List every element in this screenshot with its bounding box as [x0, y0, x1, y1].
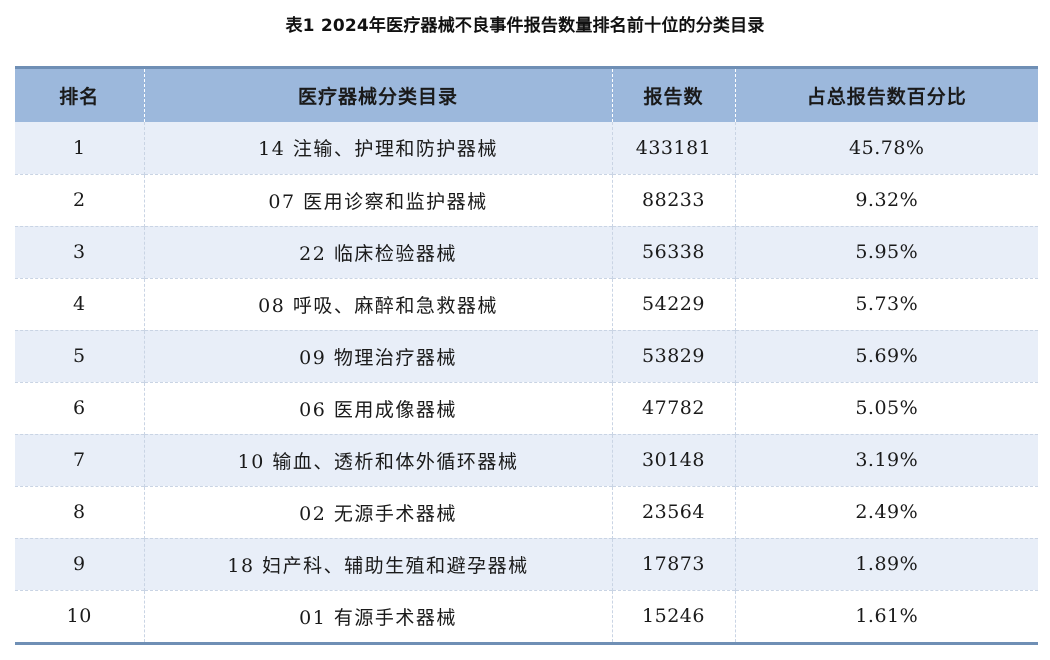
rank-cell: 7: [15, 433, 145, 486]
percent-cell: 5.69%: [735, 329, 1038, 382]
percent-cell: 2.49%: [735, 485, 1038, 538]
header-row: 排名 医疗器械分类目录 报告数 占总报告数百分比: [15, 69, 1038, 122]
count-cell: 88233: [612, 173, 736, 226]
count-cell: 15246: [612, 589, 736, 642]
table-row: 1 14 注输、护理和防护器械 433181 45.78%: [15, 122, 1038, 174]
category-cell: 02 无源手术器械: [144, 485, 613, 538]
header-category: 医疗器械分类目录: [144, 69, 613, 122]
percent-cell: 1.89%: [735, 537, 1038, 590]
header-rank: 排名: [15, 69, 145, 122]
table-body: 1 14 注输、护理和防护器械 433181 45.78% 2 07 医用诊察和监护器械 8…: [15, 122, 1038, 642]
count-cell: 433181: [612, 122, 736, 174]
category-cell: 18 妇产科、辅助生殖和避孕器械: [144, 537, 613, 590]
header-percent: 占总报告数百分比: [806, 86, 967, 108]
count-cell: 23564: [612, 485, 736, 538]
header-count: 报告数: [612, 69, 736, 122]
rank-cell: 4: [15, 277, 145, 330]
table-row: 10 01 有源手术器械 15246 1.61%: [15, 589, 1038, 642]
table-row: 5 09 物理治疗器械 53829 5.69%: [15, 329, 1038, 382]
percent-cell: 5.95%: [735, 225, 1038, 278]
table-row: 2 07 医用诊察和监护器械 88233 9.32%: [15, 173, 1038, 226]
category-cell: 09 物理治疗器械: [144, 329, 613, 382]
rank-cell: 2: [15, 173, 145, 226]
table-row: 8 02 无源手术器械 23564 2.49%: [15, 485, 1038, 538]
count-cell: 56338: [612, 225, 736, 278]
table-header: 排名 医疗器械分类目录 报告数 占总报告数百分比: [15, 69, 1038, 122]
category-cell: 01 有源手术器械: [144, 589, 613, 642]
count-cell: 17873: [612, 537, 736, 590]
count-cell: 54229: [612, 277, 736, 330]
rank-cell: 5: [15, 329, 145, 382]
rank-cell: 1: [15, 122, 145, 174]
table-row: 3 22 临床检验器械 56338 5.95%: [15, 225, 1038, 278]
percent-cell: 3.19%: [735, 433, 1038, 486]
table-row: 4 08 呼吸、麻醉和急救器械 54229 5.73%: [15, 277, 1038, 330]
category-cell: 10 输血、透析和体外循环器械: [144, 433, 613, 486]
table-row: 7 10 输血、透析和体外循环器械 30148 3.19%: [15, 433, 1038, 486]
category-cell: 06 医用成像器械: [144, 381, 613, 434]
rank-cell: 9: [15, 537, 145, 590]
rank-cell: 6: [15, 381, 145, 434]
rank-cell: 10: [15, 589, 145, 642]
count-cell: 47782: [612, 381, 736, 434]
count-cell: 53829: [612, 329, 736, 382]
category-cell: 22 临床检验器械: [144, 225, 613, 278]
percent-cell: 1.61%: [735, 589, 1038, 642]
rank-cell: 8: [15, 485, 145, 538]
table-caption: 表1 2024年医疗器械不良事件报告数量排名前十位的分类目录: [285, 16, 765, 36]
report-table: 排名 医疗器械分类目录 报告数 占总报告数百分比 1 14 注输、护理和防护器械 4…: [15, 69, 1038, 642]
percent-cell: 45.78%: [849, 136, 925, 159]
count-cell: 30148: [612, 433, 736, 486]
table-row: 6 06 医用成像器械 47782 5.05%: [15, 381, 1038, 434]
percent-cell: 9.32%: [735, 173, 1038, 226]
table-row: 9 18 妇产科、辅助生殖和避孕器械 17873 1.89%: [15, 537, 1038, 590]
rank-cell: 3: [15, 225, 145, 278]
category-cell: 07 医用诊察和监护器械: [144, 173, 613, 226]
percent-cell: 5.05%: [735, 381, 1038, 434]
percent-cell: 5.73%: [735, 277, 1038, 330]
category-cell: 08 呼吸、麻醉和急救器械: [144, 277, 613, 330]
report-table-container: 排名 医疗器械分类目录 报告数 占总报告数百分比 1 14 注输、护理和防护器械 4…: [15, 66, 1038, 645]
category-cell: 14 注输、护理和防护器械: [144, 122, 613, 174]
